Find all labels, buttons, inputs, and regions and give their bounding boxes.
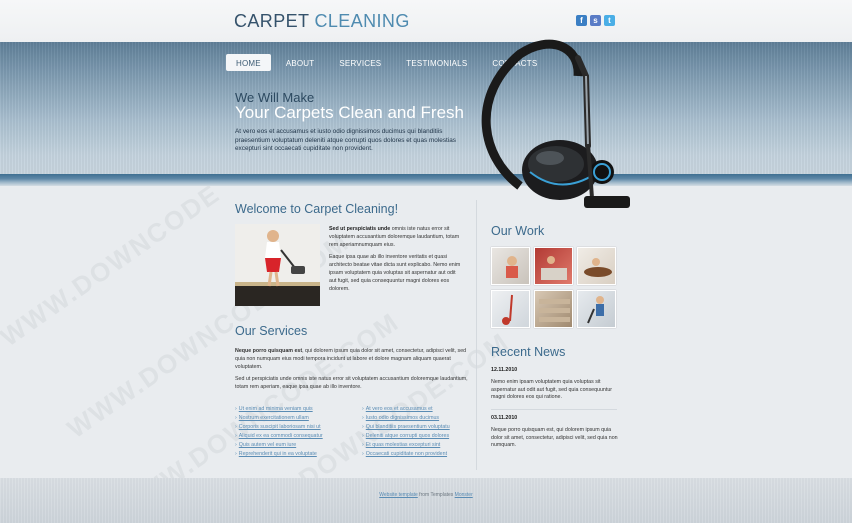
welcome-text: Sed ut perspiciatis unde omnis iste natu… xyxy=(329,226,463,298)
hero-text: At vero eos et accusamus et iusto odio d… xyxy=(235,128,456,153)
vacuum-cleaner-image xyxy=(481,39,630,208)
cleaning-woman-image xyxy=(235,224,320,306)
logo-word-carpet: CARPET xyxy=(234,11,310,31)
facebook-icon[interactable]: f xyxy=(576,15,587,26)
welcome-paragraph: Eaque ipsa quae ab illo inventore verita… xyxy=(329,254,461,292)
hero-title: Your Carpets Clean and Fresh xyxy=(235,103,465,122)
news-date: 12.11.2010 xyxy=(491,367,518,373)
list-item[interactable]: Corporis suscipit laboriosam nisi ut xyxy=(235,423,355,432)
list-item[interactable]: Occaecati cupiditate non provident xyxy=(362,450,482,459)
news-text: Nemo enim ipsam voluptatem quia voluptas… xyxy=(491,378,613,401)
services-heading: Our Services xyxy=(235,324,308,338)
nav-about[interactable]: ABOUT xyxy=(276,54,325,71)
news-divider xyxy=(491,409,617,410)
footer xyxy=(0,478,852,523)
top-header xyxy=(0,0,852,42)
skype-icon[interactable]: s xyxy=(590,15,601,26)
gallery-thumb-carpet[interactable] xyxy=(491,247,530,285)
services-paragraph: Sed ut perspiciatis unde omnis iste natu… xyxy=(235,376,468,391)
list-item[interactable]: Aliquid ex ea commodi consequatur xyxy=(235,432,355,441)
column-divider xyxy=(476,200,477,470)
footer-link-monster[interactable]: Monster xyxy=(455,492,473,498)
news-item: 03.11.2010 Neque porro quisquam est, qui… xyxy=(491,415,621,450)
list-item[interactable]: Et quas molestias excepturi sint xyxy=(362,441,482,450)
news-item: 12.11.2010 Nemo enim ipsam voluptatem qu… xyxy=(491,367,621,402)
gallery-thumb-cleaner[interactable] xyxy=(577,290,616,328)
services-list-left: Ut enim ad minima veniam quis Nostrum ex… xyxy=(235,405,355,459)
gallery-thumb-sofa[interactable] xyxy=(534,247,573,285)
gallery-thumb-floor[interactable] xyxy=(577,247,616,285)
services-list-right: At vero eos et accusamus et Iusto odio d… xyxy=(362,405,482,459)
nav-services[interactable]: SERVICES xyxy=(329,54,391,71)
gallery-thumb-vacuum[interactable] xyxy=(491,290,530,328)
recent-news-heading: Recent News xyxy=(491,345,566,359)
services-lead-bold: Neque porro quisquam est xyxy=(235,348,303,354)
hero-stripe xyxy=(0,174,852,186)
welcome-lead-bold: Sed ut perspiciatis unde xyxy=(329,226,391,232)
site-logo[interactable]: CARPET CLEANING xyxy=(234,11,410,32)
list-item[interactable]: Nostrum exercitationem ullam xyxy=(235,414,355,423)
list-item[interactable]: Deleniti atque corrupti quos dolores xyxy=(362,432,482,441)
list-item[interactable]: Qui blanditiis praesentium voluptatu xyxy=(362,423,482,432)
news-date: 03.11.2010 xyxy=(491,415,518,421)
list-item[interactable]: At vero eos et accusamus et xyxy=(362,405,482,414)
twitter-icon[interactable]: t xyxy=(604,15,615,26)
footer-credits: Website template from Templates Monster xyxy=(0,492,852,498)
watermark: WWW.DOWNCODE xyxy=(0,177,226,353)
services-text: Neque porro quisquam est, qui dolorem ip… xyxy=(235,348,475,397)
gallery-thumb-stairs[interactable] xyxy=(534,290,573,328)
our-work-heading: Our Work xyxy=(491,224,545,238)
footer-link-template[interactable]: Website template xyxy=(379,492,418,498)
list-item[interactable]: Reprehenderit qui in ea voluptate xyxy=(235,450,355,459)
list-item[interactable]: Ut enim ad minima veniam quis xyxy=(235,405,355,414)
list-item[interactable]: Quis autem vel eum iure xyxy=(235,441,355,450)
list-item[interactable]: Iusto odio dignissimos ducimus xyxy=(362,414,482,423)
logo-word-cleaning: CLEANING xyxy=(314,11,410,31)
social-links: f s t xyxy=(576,15,615,26)
news-text: Neque porro quisquam est, qui dolorem ip… xyxy=(491,426,618,449)
nav-home[interactable]: HOME xyxy=(226,54,271,71)
welcome-heading: Welcome to Carpet Cleaning! xyxy=(235,202,399,216)
footer-middle-text: from Templates xyxy=(417,492,455,498)
